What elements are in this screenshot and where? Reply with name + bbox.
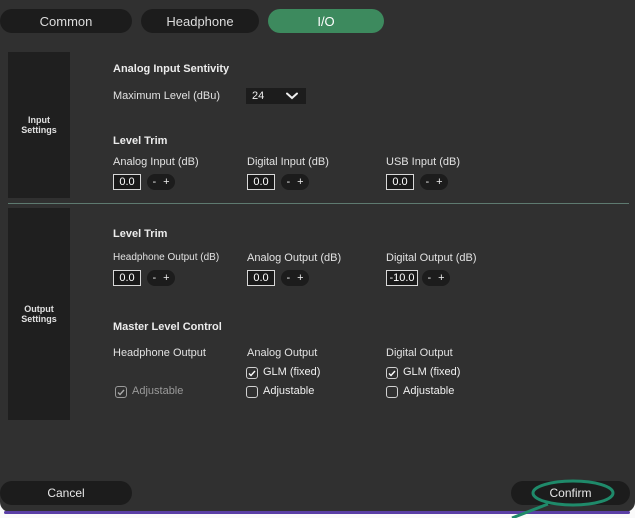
confirm-button[interactable]: Confirm bbox=[511, 481, 630, 505]
increment-button[interactable]: + bbox=[438, 272, 444, 284]
analog-output-label: Analog Output (dB) bbox=[247, 252, 342, 264]
input-settings-label: Input Settings bbox=[8, 52, 70, 198]
maximum-level-label: Maximum Level (dBu) bbox=[113, 90, 220, 102]
digital-input-stepper: - + bbox=[281, 174, 309, 190]
cancel-button[interactable]: Cancel bbox=[0, 481, 132, 505]
usb-input-stepper: - + bbox=[420, 174, 448, 190]
analog-input-label: Analog Input (dB) bbox=[113, 156, 199, 168]
analog-glm-fixed-checkbox[interactable] bbox=[246, 367, 258, 379]
analog-adjustable-label: Adjustable bbox=[263, 385, 315, 397]
digital-input-value[interactable]: 0.0 bbox=[247, 174, 275, 190]
decrement-button[interactable]: - bbox=[425, 176, 429, 188]
tab-common[interactable]: Common bbox=[0, 9, 132, 33]
headphone-output-column-label: Headphone Output bbox=[113, 347, 206, 359]
headphone-adjustable-checkbox[interactable] bbox=[115, 386, 127, 398]
checkmark-icon bbox=[248, 370, 256, 377]
analog-adjustable-checkbox[interactable] bbox=[246, 386, 258, 398]
chevron-down-icon bbox=[286, 92, 298, 100]
digital-adjustable-checkbox[interactable] bbox=[386, 386, 398, 398]
analog-output-stepper: - + bbox=[281, 270, 309, 286]
usb-input-value[interactable]: 0.0 bbox=[386, 174, 414, 190]
increment-button[interactable]: + bbox=[297, 176, 303, 188]
checkmark-icon bbox=[388, 370, 396, 377]
increment-button[interactable]: + bbox=[163, 272, 169, 284]
digital-input-label: Digital Input (dB) bbox=[247, 156, 329, 168]
headphone-output-value[interactable]: 0.0 bbox=[113, 270, 141, 286]
decrement-button[interactable]: - bbox=[152, 272, 156, 284]
digital-output-stepper: - + bbox=[422, 270, 450, 286]
decrement-button[interactable]: - bbox=[286, 272, 290, 284]
increment-button[interactable]: + bbox=[297, 272, 303, 284]
analog-glm-fixed-label: GLM (fixed) bbox=[263, 366, 321, 378]
headphone-output-stepper: - + bbox=[147, 270, 175, 286]
analog-input-sensitivity-header: Analog Input Sentivity bbox=[113, 63, 230, 75]
analog-input-value[interactable]: 0.0 bbox=[113, 174, 141, 190]
tab-io[interactable]: I/O bbox=[268, 9, 384, 33]
digital-adjustable-label: Adjustable bbox=[403, 385, 455, 397]
output-level-trim-header: Level Trim bbox=[113, 228, 168, 240]
digital-output-value[interactable]: -10.0 bbox=[386, 270, 418, 286]
input-level-trim-header: Level Trim bbox=[113, 135, 168, 147]
output-settings-label: Output Settings bbox=[8, 208, 70, 420]
digital-output-label: Digital Output (dB) bbox=[386, 252, 477, 264]
headphone-adjustable-label: Adjustable bbox=[132, 385, 184, 397]
section-divider bbox=[8, 203, 629, 204]
analog-input-stepper: - + bbox=[147, 174, 175, 190]
decrement-button[interactable]: - bbox=[152, 176, 156, 188]
headphone-output-label: Headphone Output (dB) bbox=[113, 252, 220, 263]
maximum-level-dropdown[interactable]: 24 bbox=[246, 88, 306, 104]
master-level-control-header: Master Level Control bbox=[113, 321, 222, 333]
digital-glm-fixed-label: GLM (fixed) bbox=[403, 366, 461, 378]
settings-window: Common Headphone I/O Input Settings Anal… bbox=[0, 0, 635, 512]
analog-output-column-label: Analog Output bbox=[247, 347, 318, 359]
digital-output-column-label: Digital Output bbox=[386, 347, 453, 359]
maximum-level-value: 24 bbox=[252, 90, 265, 102]
checkmark-icon bbox=[117, 389, 125, 396]
tab-headphone[interactable]: Headphone bbox=[141, 9, 259, 33]
increment-button[interactable]: + bbox=[163, 176, 169, 188]
digital-glm-fixed-checkbox[interactable] bbox=[386, 367, 398, 379]
usb-input-label: USB Input (dB) bbox=[386, 156, 460, 168]
decrement-button[interactable]: - bbox=[286, 176, 290, 188]
increment-button[interactable]: + bbox=[436, 176, 442, 188]
window-bottom-edge bbox=[4, 511, 630, 514]
analog-output-value[interactable]: 0.0 bbox=[247, 270, 275, 286]
decrement-button[interactable]: - bbox=[427, 272, 431, 284]
